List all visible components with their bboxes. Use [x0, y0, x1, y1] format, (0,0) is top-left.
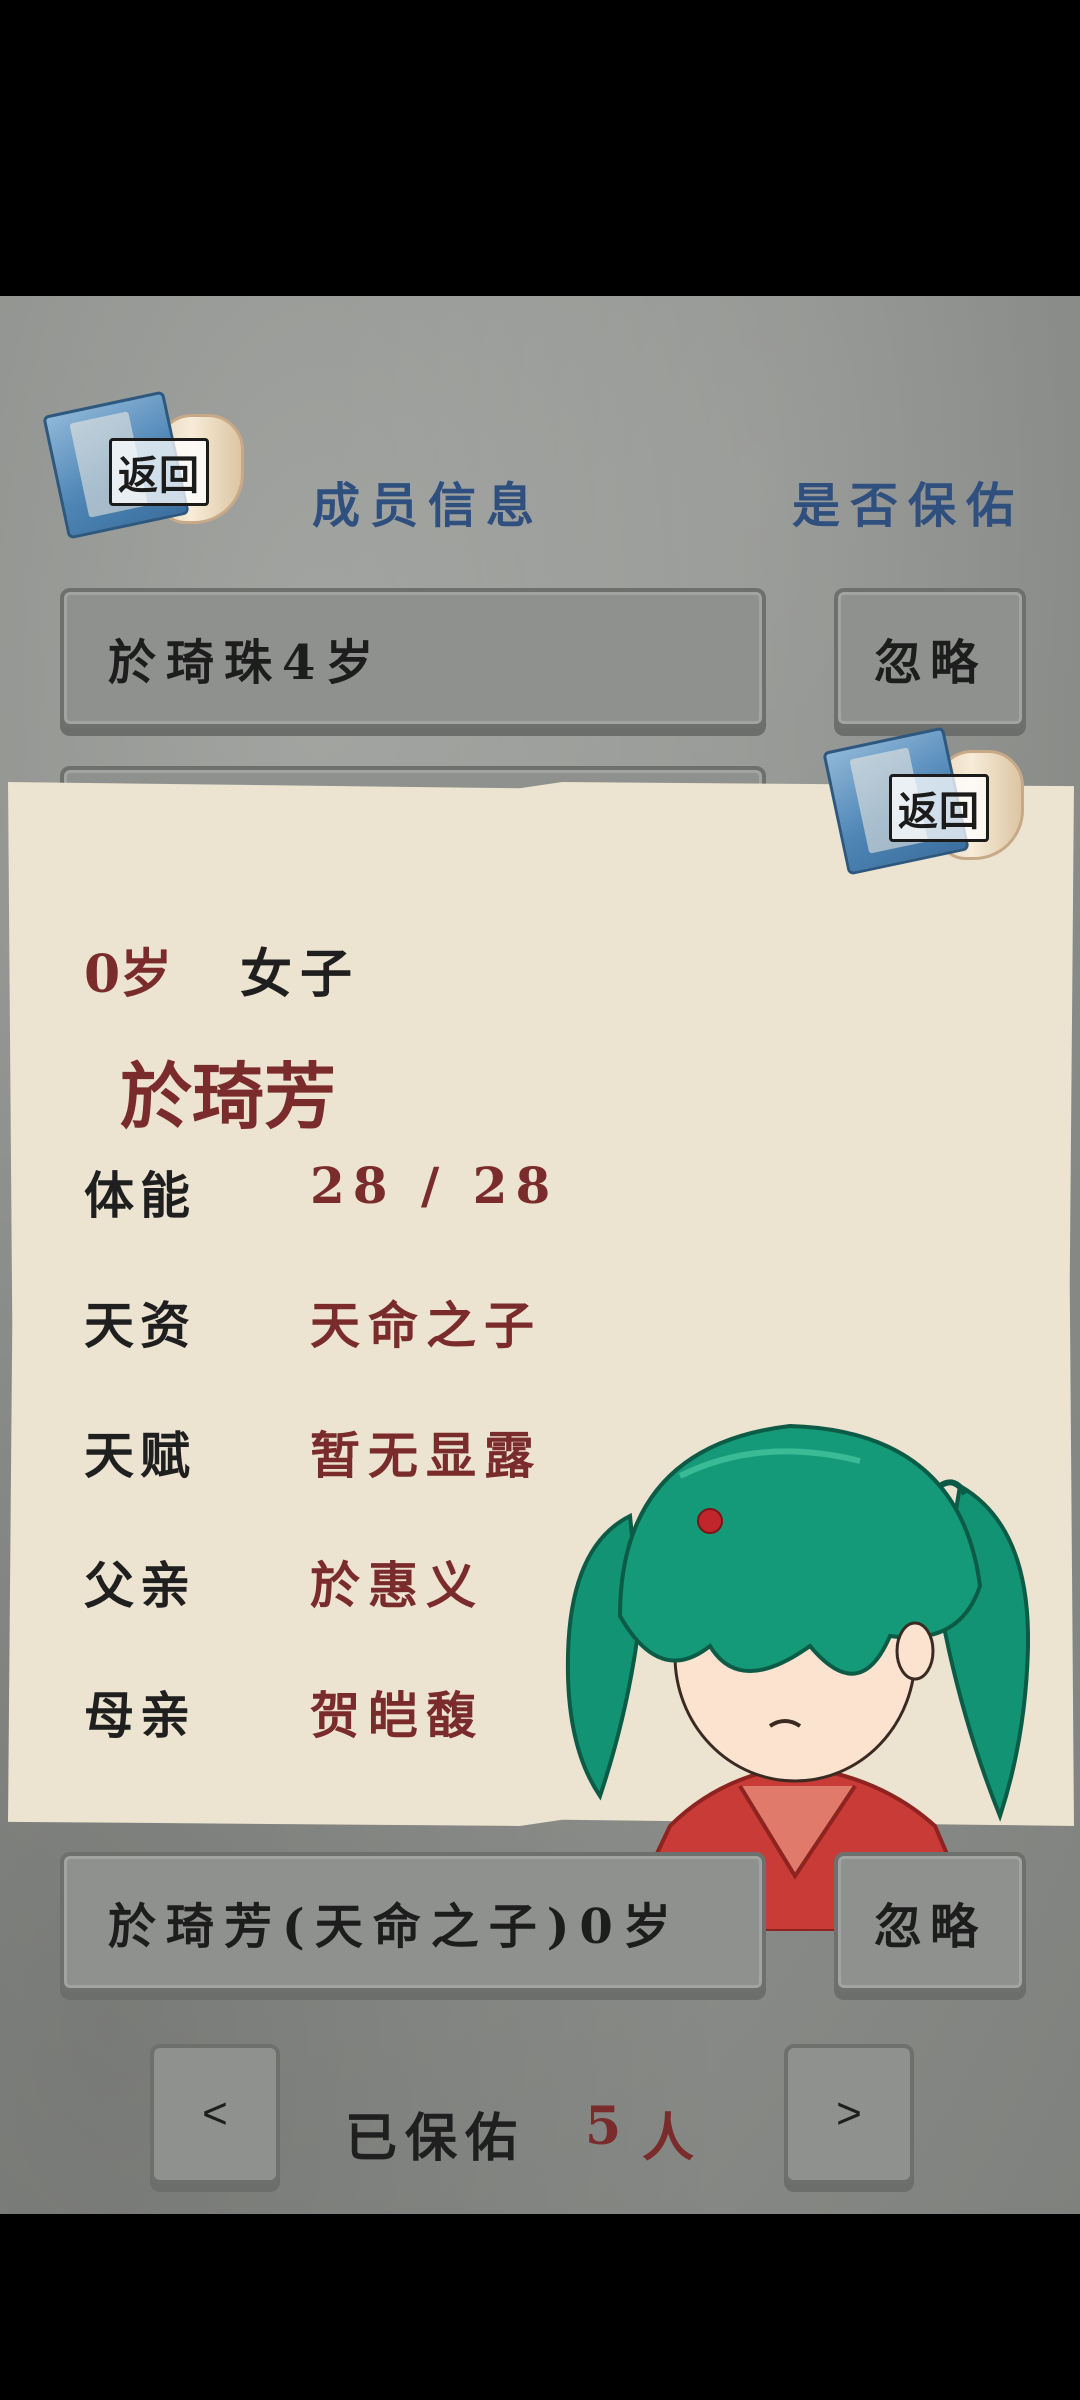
- gender-text: 女子: [240, 944, 361, 1005]
- card-back-button[interactable]: 返回: [822, 726, 1024, 876]
- blessed-label: 已保佑: [345, 2108, 526, 2169]
- next-page-button[interactable]: >: [784, 2044, 914, 2184]
- stat-label-aptitude: 天资: [84, 1296, 196, 1355]
- stat-value-stamina: 28 / 28: [310, 1156, 559, 1215]
- prev-page-button[interactable]: <: [150, 2044, 280, 2184]
- members-title: 成员信息: [312, 478, 545, 534]
- ignore-label: 忽略: [873, 1899, 986, 1955]
- member-name: 於琦芳(天命之子)0岁: [108, 1899, 681, 1955]
- ignore-button-1[interactable]: 忽略: [834, 1852, 1026, 1992]
- stat-label-father: 父亲: [84, 1556, 196, 1615]
- game-screen: 返回 成员信息 是否保佑 於琦珠4岁 忽略 返回 0岁 女子 於琦芳 体能 28…: [0, 296, 1080, 2214]
- next-arrow-icon: >: [836, 2089, 862, 2138]
- stat-value-father: 於惠义: [310, 1556, 484, 1615]
- prev-arrow-icon: <: [202, 2089, 228, 2138]
- stat-label-stamina: 体能: [84, 1166, 196, 1225]
- stat-value-aptitude: 天命之子: [310, 1296, 542, 1355]
- ignore-label: 忽略: [873, 635, 986, 691]
- blessed-count: 5: [585, 2096, 622, 2157]
- stat-label-talent: 天赋: [84, 1426, 196, 1485]
- blessed-unit: 人: [642, 2108, 695, 2169]
- back-button[interactable]: 返回: [42, 390, 244, 540]
- ignore-button-0[interactable]: 忽略: [834, 588, 1026, 728]
- back-label: 返回: [109, 438, 209, 506]
- stat-value-mother: 贺皑馥: [310, 1686, 484, 1745]
- protect-title: 是否保佑: [792, 478, 1025, 534]
- member-name-title: 於琦芳: [120, 1054, 337, 1139]
- member-row-1[interactable]: 於琦芳(天命之子)0岁: [60, 1852, 766, 1992]
- stat-value-talent: 暂无显露: [310, 1426, 542, 1485]
- member-row-0[interactable]: 於琦珠4岁: [60, 588, 766, 728]
- member-name: 於琦珠4岁: [108, 635, 384, 691]
- back-label: 返回: [889, 774, 989, 842]
- age-text: 0岁: [84, 944, 173, 1005]
- stat-label-mother: 母亲: [84, 1686, 196, 1745]
